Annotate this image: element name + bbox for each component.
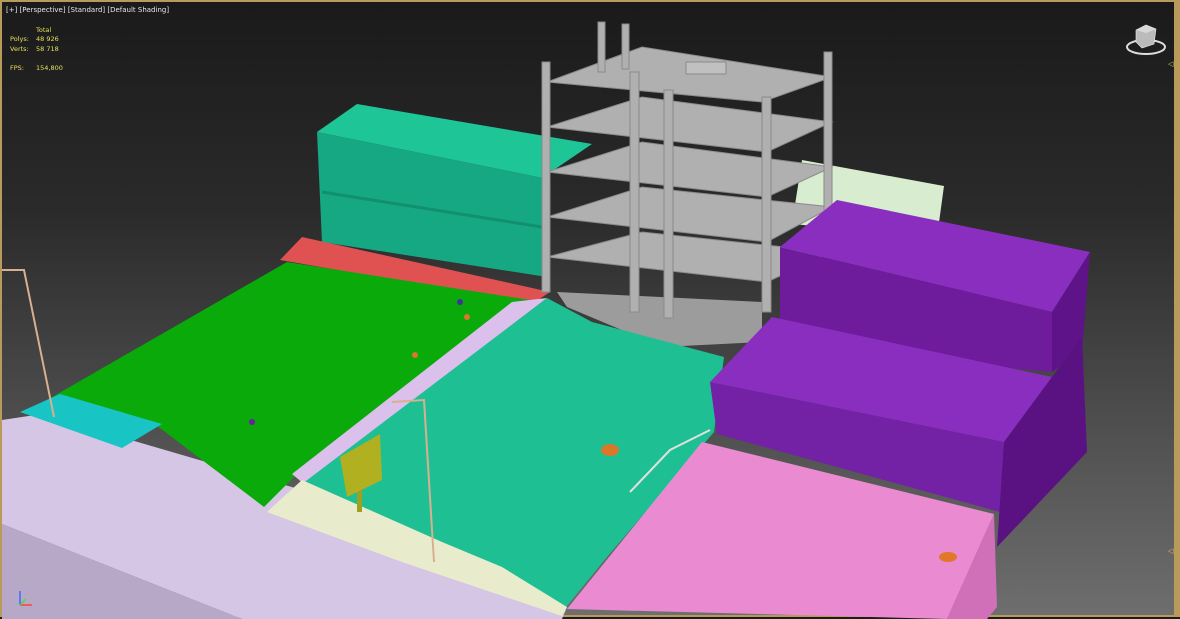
visual-style-button[interactable]: [Default Shading] [107, 6, 169, 14]
perspective-viewport[interactable]: [+] [Perspective] [Standard] [Default Sh… [0, 0, 1180, 619]
verts-value: 58 718 [36, 45, 59, 53]
view-label-button[interactable]: [Perspective] [20, 6, 66, 14]
fps-label: FPS: [10, 64, 24, 72]
viewcube-icon[interactable] [1124, 22, 1168, 58]
axis-tripod-icon [19, 591, 32, 606]
viewport-label-bar: [+] [Perspective] [Standard] [Default Sh… [6, 6, 169, 14]
fps-value: 154,800 [36, 64, 63, 72]
polys-label: Polys: [10, 35, 29, 43]
edge-marker-icon: ◁ [1168, 60, 1174, 68]
shading-mode-button[interactable]: [Standard] [68, 6, 105, 14]
polys-value: 48 926 [36, 35, 59, 43]
edge-marker-icon: ◁ [1168, 547, 1174, 555]
3d-scene[interactable] [2, 2, 1180, 619]
verts-label: Verts: [10, 45, 29, 53]
viewport-menu-button[interactable]: [+] [6, 6, 17, 14]
stats-header: Total [36, 26, 52, 34]
